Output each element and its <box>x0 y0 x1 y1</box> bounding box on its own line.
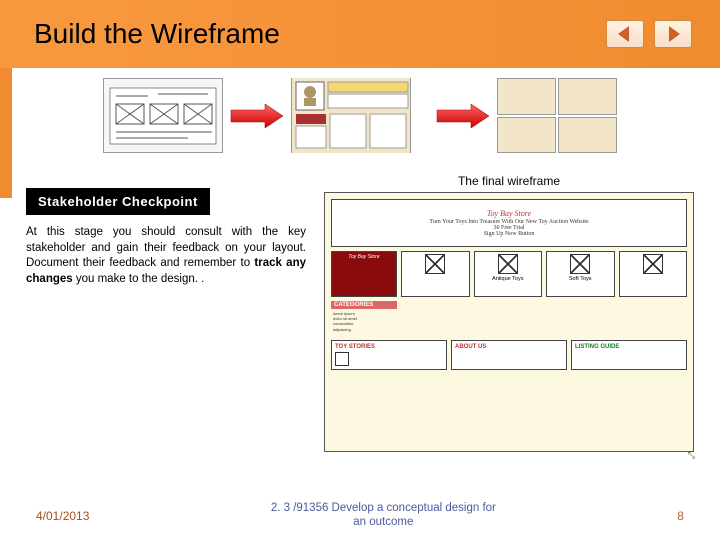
checkpoint-label: Stakeholder Checkpoint <box>26 188 210 215</box>
wf-about: ABOUT US <box>451 340 567 370</box>
arrow-icon <box>229 102 285 130</box>
wf-mid-row: Toy Bay Store CATEGORIES lorem ipsumdolo… <box>331 251 687 334</box>
nav-buttons <box>606 20 692 48</box>
checkpoint-text: At this stage you should consult with th… <box>26 225 306 287</box>
wf-header: Toy Bay Store Turn Your Toys Into Treasu… <box>331 199 687 247</box>
arrow-icon <box>435 102 491 130</box>
wf-cta2: Sign Up Now Button <box>484 231 535 237</box>
wf-stories: TOY STORIES <box>331 340 447 370</box>
final-caption: The final wireframe <box>324 174 694 188</box>
placeholder-icon <box>425 254 445 274</box>
proto-thumb-1 <box>291 78 411 153</box>
wf-catcell-2: Antique Toys <box>474 251 543 297</box>
placeholder-icon <box>498 254 518 274</box>
left-column: Stakeholder Checkpoint At this stage you… <box>26 188 306 452</box>
thumbnail-row <box>0 78 720 153</box>
proto-thumb-2 <box>497 78 617 153</box>
final-wireframe: Toy Bay Store Turn Your Toys Into Treasu… <box>324 192 694 452</box>
placeholder-icon <box>570 254 590 274</box>
wf-cat-list: lorem ipsumdolor sit ametconsecteturadip… <box>331 309 397 334</box>
footer-date: 4/01/2013 <box>36 509 89 523</box>
page-number: 8 <box>677 509 684 523</box>
wf-catcell-1 <box>401 251 470 297</box>
next-button[interactable] <box>654 20 692 48</box>
side-accent <box>0 68 12 198</box>
wf-listing: LISTING GUIDE <box>571 340 687 370</box>
wf-bottom-row: TOY STORIES ABOUT US LISTING GUIDE <box>331 340 687 370</box>
wf-cats-label: CATEGORIES <box>331 301 397 309</box>
content-area: Stakeholder Checkpoint At this stage you… <box>26 188 694 452</box>
wf-catcell-3: Soft Toys <box>546 251 615 297</box>
para2: you make to the design. . <box>73 273 205 285</box>
prev-button[interactable] <box>606 20 644 48</box>
slide-title: Build the Wireframe <box>34 18 280 50</box>
wf-site-title: Toy Bay Store <box>487 209 531 218</box>
wf-catcell-4 <box>619 251 688 297</box>
placeholder-icon <box>643 254 663 274</box>
right-column: The final wireframe Toy Bay Store Turn Y… <box>306 188 694 452</box>
wf-sidebar-logo: Toy Bay Store <box>331 251 397 297</box>
slide-footer: 4/01/2013 2. 3 /91356 Develop a conceptu… <box>0 502 720 530</box>
sketch-thumb <box>103 78 223 153</box>
slide-header: Build the Wireframe <box>0 0 720 68</box>
resize-handle-icon: ⤡ <box>688 450 695 461</box>
footer-mid: 2. 3 /91356 Develop a conceptual design … <box>271 502 496 530</box>
